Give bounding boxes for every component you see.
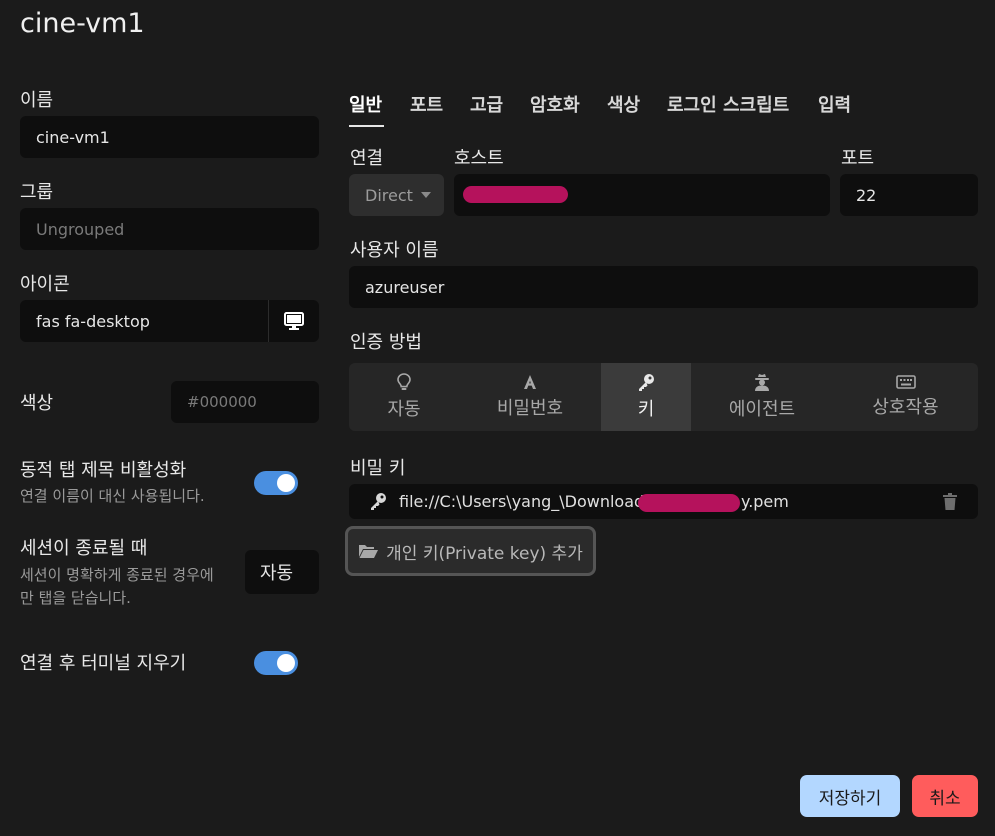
- dialog-title: cine-vm1: [20, 8, 145, 39]
- font-icon: [524, 375, 536, 389]
- connection-select[interactable]: Direct: [349, 174, 444, 216]
- icon-label: 아이콘: [20, 274, 70, 295]
- add-private-key-button[interactable]: 개인 키(Private key) 추가: [345, 526, 596, 576]
- clear-terminal-toggle[interactable]: [254, 651, 298, 675]
- port-input[interactable]: 22: [840, 174, 978, 216]
- auth-option-interactive[interactable]: 상호작용: [833, 363, 978, 431]
- host-input[interactable]: [454, 174, 830, 216]
- private-key-item: file://C:\Users\yang_\Downloads\ y.pem: [349, 484, 978, 519]
- dynamic-tab-description: 연결 이름이 대신 사용됩니다.: [20, 487, 205, 505]
- username-label: 사용자 이름: [350, 240, 439, 261]
- auth-option-label: 비밀번호: [496, 398, 564, 419]
- host-label: 호스트: [454, 148, 504, 169]
- name-label: 이름: [20, 90, 54, 111]
- key-icon: [639, 374, 654, 391]
- save-button[interactable]: 저장하기: [800, 775, 900, 817]
- secret-key-label: 비밀 키: [350, 458, 406, 479]
- connection-label: 연결: [350, 148, 384, 169]
- folder-open-icon: [359, 545, 379, 558]
- toggle-knob: [277, 654, 295, 672]
- caret-down-icon: [420, 192, 431, 198]
- session-end-select[interactable]: 자동: [245, 550, 319, 594]
- auth-method-selector: 자동 비밀번호 키 에이전트 상호작용: [349, 363, 978, 431]
- toggle-knob: [277, 474, 295, 492]
- color-label: 색상: [20, 393, 54, 414]
- tab-colors[interactable]: 색상: [607, 91, 640, 117]
- connection-value: Direct: [365, 185, 413, 205]
- clear-terminal-label: 연결 후 터미널 지우기: [20, 653, 187, 674]
- group-input[interactable]: Ungrouped: [20, 208, 319, 250]
- icon-value: fas fa-desktop: [36, 311, 150, 331]
- auth-option-label: 에이전트: [728, 399, 796, 420]
- redacted-host: [463, 186, 568, 203]
- icon-picker-button[interactable]: [268, 300, 319, 342]
- trash-icon[interactable]: [943, 493, 957, 510]
- keyboard-icon: [895, 375, 916, 389]
- auth-option-label: 자동: [387, 399, 421, 420]
- redacted-filename: [638, 494, 740, 512]
- auth-option-agent[interactable]: 에이전트: [691, 363, 833, 431]
- color-placeholder: #000000: [187, 393, 257, 411]
- auth-option-auto[interactable]: 자동: [349, 363, 459, 431]
- tab-input[interactable]: 입력: [818, 91, 851, 117]
- active-tab-indicator: [349, 125, 384, 127]
- add-private-key-label: 개인 키(Private key) 추가: [386, 543, 583, 564]
- port-value: 22: [856, 185, 877, 205]
- key-icon: [371, 493, 386, 510]
- tab-login-scripts[interactable]: 로그인 스크립트: [667, 91, 789, 117]
- tab-ciphers[interactable]: 암호화: [530, 91, 580, 117]
- dynamic-tab-label: 동적 탭 제목 비활성화: [20, 460, 187, 481]
- session-end-label: 세션이 종료될 때: [20, 538, 148, 559]
- auth-option-label: 키: [637, 399, 655, 420]
- private-key-path-end: y.pem: [741, 492, 789, 511]
- username-value: azureuser: [365, 277, 445, 297]
- private-key-path-start: file://C:\Users\yang_\Downloads\: [399, 492, 658, 511]
- user-secret-icon: [755, 374, 769, 391]
- name-value: cine-vm1: [36, 127, 110, 147]
- dynamic-tab-toggle[interactable]: [254, 471, 298, 495]
- auth-option-password[interactable]: 비밀번호: [459, 363, 601, 431]
- auth-method-label: 인증 방법: [350, 332, 422, 353]
- session-end-description-2: 만 탭을 닫습니다.: [20, 589, 131, 607]
- username-input[interactable]: azureuser: [349, 266, 978, 308]
- tab-advanced[interactable]: 고급: [470, 91, 503, 117]
- tab-ports[interactable]: 포트: [410, 91, 443, 117]
- port-label: 포트: [841, 148, 875, 169]
- session-end-description-1: 세션이 명확하게 종료된 경우에: [20, 566, 214, 584]
- cancel-button[interactable]: 취소: [912, 775, 978, 817]
- name-input[interactable]: cine-vm1: [20, 116, 319, 158]
- color-input[interactable]: #000000: [171, 381, 319, 423]
- auth-option-label: 상호작용: [872, 397, 939, 418]
- session-end-value: 자동: [260, 563, 294, 584]
- desktop-icon: [284, 312, 304, 330]
- auth-option-key[interactable]: 키: [601, 363, 691, 431]
- icon-input[interactable]: fas fa-desktop: [20, 300, 319, 342]
- group-label: 그룹: [20, 182, 54, 203]
- tab-general[interactable]: 일반: [349, 91, 382, 117]
- lightbulb-icon: [397, 373, 411, 390]
- group-placeholder: Ungrouped: [36, 219, 125, 239]
